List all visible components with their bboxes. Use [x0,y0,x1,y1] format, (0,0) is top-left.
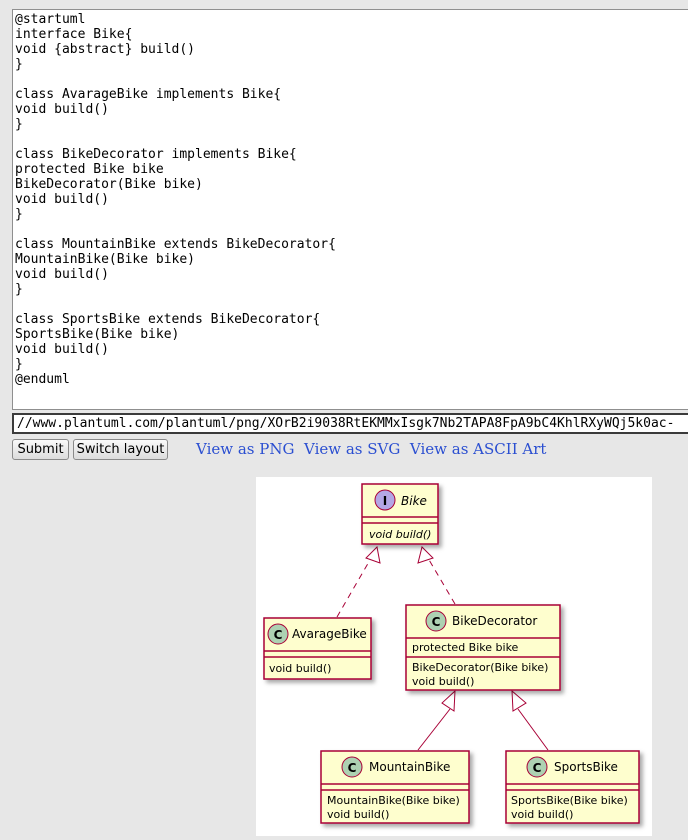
class-bike: I Bike void build() [361,483,439,545]
source-editor[interactable]: @startuml interface Bike{ void {abstract… [12,9,688,410]
class-constructor: SportsBike(Bike bike) [511,794,628,807]
svg-text:C: C [348,761,357,775]
class-constructor: MountainBike(Bike bike) [327,794,460,807]
class-field: protected Bike bike [412,641,519,654]
class-method: void build() [412,675,474,688]
svg-text:I: I [383,494,387,508]
class-name: MountainBike [369,760,450,774]
submit-button[interactable]: Submit [12,439,69,460]
class-bikedecorator: C BikeDecorator protected Bike bike Bike… [405,604,561,691]
class-method: void build() [369,528,431,541]
class-method: void build() [269,662,331,675]
view-links: View as PNG View as SVG View as ASCII Ar… [196,439,546,459]
class-name: AvarageBike [292,627,367,641]
view-svg-link[interactable]: View as SVG [304,440,400,458]
class-avaragebike: C AvarageBike void build() [263,617,372,680]
uml-diagram-svg: I Bike void build() C AvarageBike void b… [256,477,652,836]
class-method: void build() [511,808,573,821]
view-ascii-link[interactable]: View as ASCII Art [410,440,547,458]
class-name: BikeDecorator [452,614,537,628]
class-mountainbike: C MountainBike MountainBike(Bike bike) v… [320,750,470,824]
svg-text:C: C [432,615,441,629]
view-png-link[interactable]: View as PNG [196,440,294,458]
class-sportsbike: C SportsBike SportsBike(Bike bike) void … [505,750,640,824]
uml-diagram: I Bike void build() C AvarageBike void b… [256,477,652,836]
class-method: void build() [327,808,389,821]
svg-text:C: C [274,628,283,642]
switch-layout-button[interactable]: Switch layout [73,439,168,460]
svg-text:C: C [533,761,542,775]
class-constructor: BikeDecorator(Bike bike) [412,661,548,674]
class-name: Bike [401,494,427,508]
class-name: SportsBike [554,760,618,774]
url-field[interactable]: //www.plantuml.com/plantuml/png/XOrB2i90… [12,413,688,434]
top-strip [0,0,688,9]
